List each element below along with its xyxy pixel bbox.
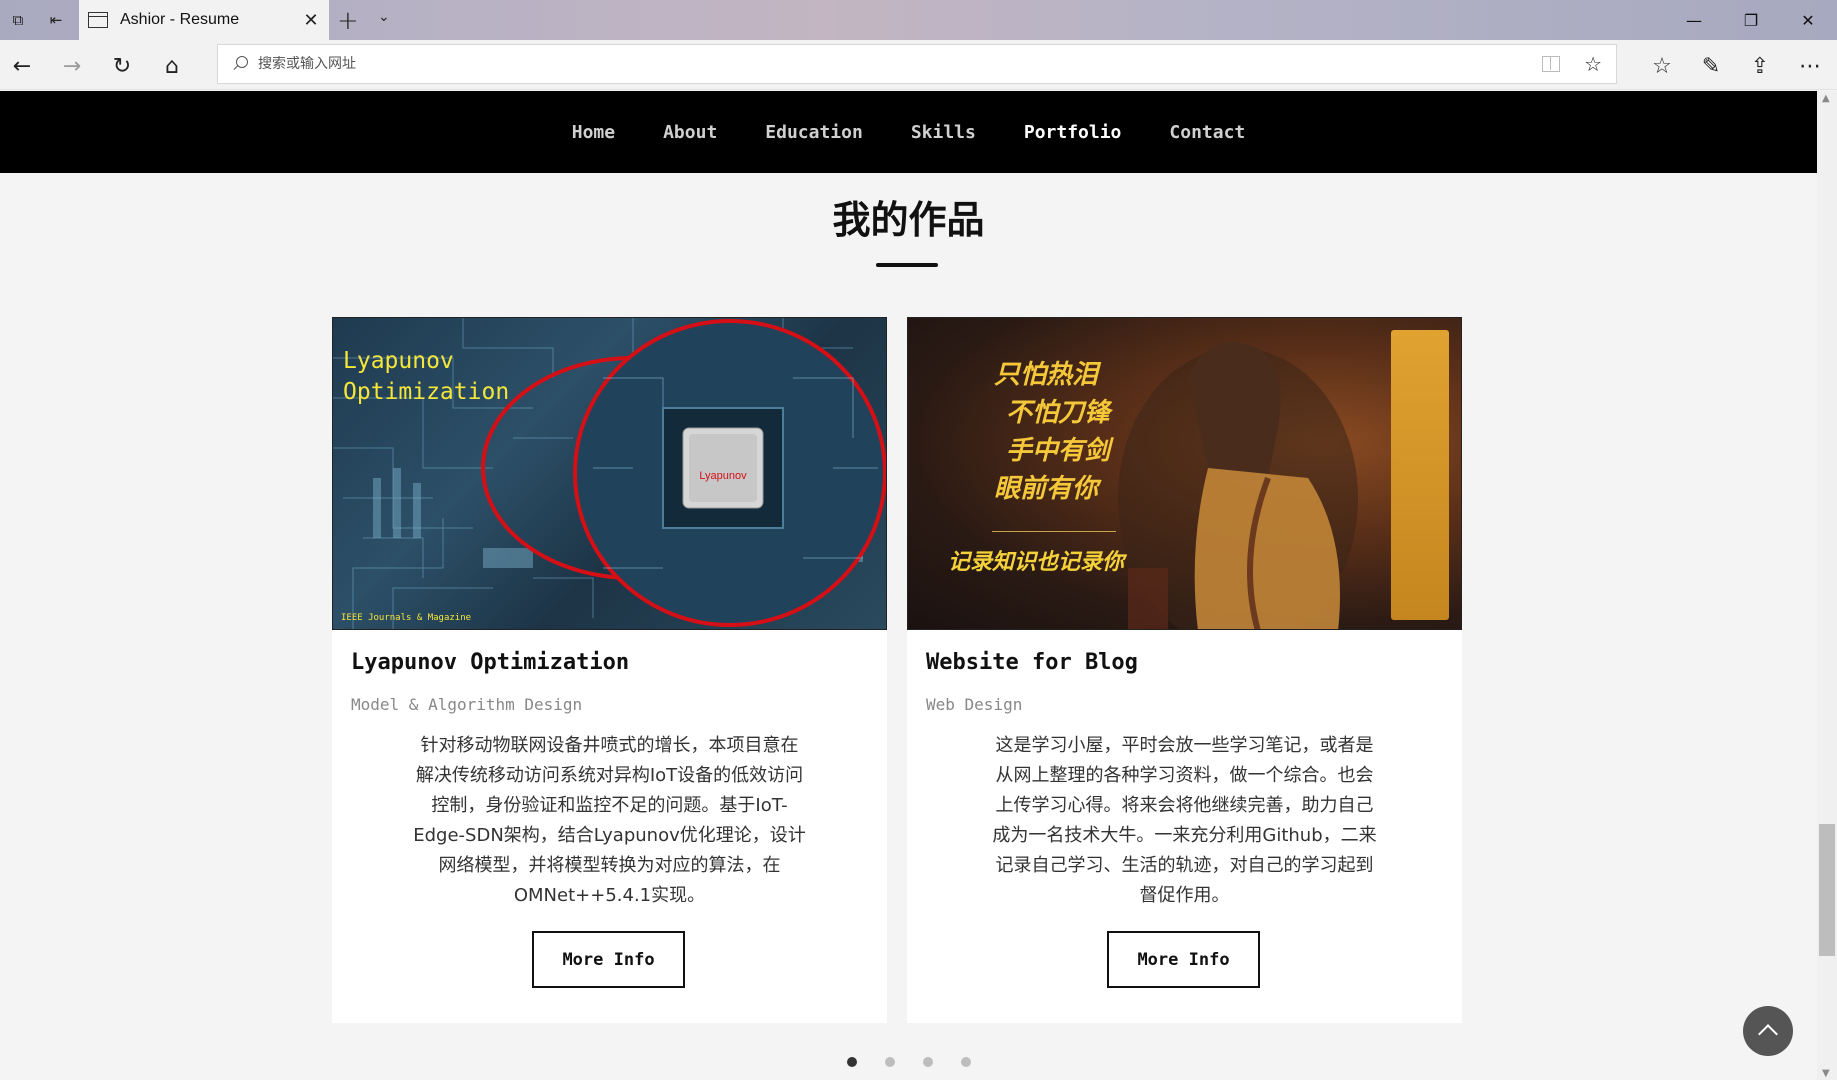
card-category: Model & Algorithm Design — [351, 695, 583, 714]
anime-scene-graphic — [1118, 342, 1358, 629]
card-title: Lyapunov Optimization — [351, 650, 630, 675]
close-tab-icon[interactable]: ✕ — [299, 8, 323, 32]
pagination-dot[interactable] — [846, 1057, 857, 1067]
close-window-icon[interactable]: ✕ — [1779, 0, 1837, 40]
thumbnail-footer: IEEE Journals & Magazine — [341, 613, 472, 623]
pagination-dot[interactable] — [960, 1057, 971, 1067]
nav-home[interactable]: Home — [572, 122, 615, 143]
scroll-down-icon[interactable]: ▼ — [1822, 1068, 1832, 1079]
card-thumbnail[interactable]: Lyapunov Optimization Lyapunov IEEE Jour… — [332, 317, 887, 630]
address-bar[interactable]: ☆ — [217, 44, 1617, 84]
search-icon — [232, 56, 248, 72]
more-icon[interactable]: ⋯ — [1796, 52, 1824, 80]
card-title: Website for Blog — [926, 650, 1138, 675]
share-icon[interactable]: ⇪ — [1746, 52, 1774, 80]
forward-icon[interactable]: → — [58, 52, 86, 80]
set-aside-tabs-icon[interactable]: ⇤ — [44, 8, 68, 32]
card-thumbnail[interactable]: 只怕热泪 不怕刀锋 手中有剑 眼前有你 记录知识也记录你 — [907, 317, 1462, 630]
more-info-button[interactable]: More Info — [532, 931, 685, 988]
back-icon[interactable]: ← — [8, 52, 36, 80]
title-underline — [876, 263, 938, 267]
new-tab-icon[interactable]: + — [337, 6, 359, 36]
portfolio-card: 只怕热泪 不怕刀锋 手中有剑 眼前有你 记录知识也记录你 Website for… — [907, 317, 1462, 1023]
carousel-pagination — [0, 1057, 1817, 1067]
nav-portfolio[interactable]: Portfolio — [1024, 122, 1122, 143]
thumbnail-title: Lyapunov Optimization — [343, 348, 510, 405]
pagination-dot[interactable] — [922, 1057, 933, 1067]
nav-skills[interactable]: Skills — [911, 122, 976, 143]
site-nav: Home About Education Skills Portfolio Co… — [0, 91, 1817, 173]
nav-contact[interactable]: Contact — [1169, 122, 1245, 143]
scrollbar-thumb[interactable] — [1819, 824, 1835, 956]
minimize-icon[interactable]: — — [1665, 0, 1723, 40]
thumbnail-tagline: 记录知识也记录你 — [948, 550, 1125, 575]
back-to-top-button[interactable] — [1743, 1006, 1793, 1056]
thumbnail-poem: 只怕热泪 不怕刀锋 手中有剑 眼前有你 — [994, 360, 1111, 504]
nav-education[interactable]: Education — [765, 122, 863, 143]
browser-title-bar: ⧉ ⇤ Ashior - Resume ✕ + ⌄ — ❐ ✕ — [0, 0, 1837, 40]
nav-about[interactable]: About — [663, 122, 717, 143]
browser-toolbar: ← → ↻ ⌂ ☆ ☆ ✎ ⇪ ⋯ — [0, 40, 1837, 90]
portfolio-card: Lyapunov Optimization Lyapunov IEEE Jour… — [332, 317, 887, 1023]
card-category: Web Design — [926, 695, 1023, 714]
webpage: Home About Education Skills Portfolio Co… — [0, 91, 1817, 1080]
refresh-icon[interactable]: ↻ — [108, 52, 136, 80]
chip-label: Lyapunov — [699, 470, 747, 482]
chevron-down-icon[interactable]: ⌄ — [378, 9, 390, 25]
restore-icon[interactable]: ❐ — [1722, 0, 1780, 40]
page-icon — [88, 12, 108, 28]
page-scrollbar[interactable]: ▲ ▼ — [1817, 91, 1837, 1080]
tabs-aside-icon[interactable]: ⧉ — [6, 8, 30, 32]
card-description: 这是学习小屋，平时会放一些学习笔记，或者是从网上整理的各种学习资料，做一个综合。… — [992, 735, 1377, 906]
address-input[interactable] — [258, 56, 1543, 72]
home-icon[interactable]: ⌂ — [158, 52, 186, 80]
scroll-up-icon[interactable]: ▲ — [1822, 93, 1832, 104]
tab-title: Ashior - Resume — [120, 11, 240, 28]
notes-pen-icon[interactable]: ✎ — [1697, 52, 1725, 80]
card-description: 针对移动物联网设备井喷式的增长，本项目意在解决传统移动访问系统对异构IoT设备的… — [413, 735, 806, 906]
more-info-button[interactable]: More Info — [1107, 931, 1260, 988]
reading-view-icon[interactable] — [1542, 56, 1561, 72]
hanging-sign — [1391, 330, 1449, 620]
poem-divider — [992, 531, 1116, 532]
section-title: 我的作品 — [832, 198, 985, 242]
browser-tab[interactable]: Ashior - Resume ✕ — [79, 0, 329, 40]
favorites-icon[interactable]: ☆ — [1648, 52, 1676, 80]
favorite-star-icon[interactable]: ☆ — [1584, 52, 1602, 76]
pagination-dot[interactable] — [884, 1057, 895, 1067]
